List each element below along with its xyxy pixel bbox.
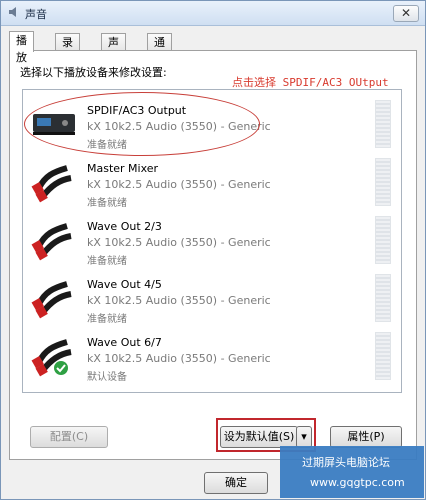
title-bar: 声音 ✕: [1, 1, 425, 26]
highlight-ellipse: [24, 92, 260, 156]
instruction-text: 选择以下播放设备来修改设置:: [20, 66, 167, 79]
device-name: Wave Out 6/7: [87, 336, 162, 349]
tab-recording[interactable]: 录制: [55, 33, 80, 66]
properties-button[interactable]: 属性(P): [330, 426, 402, 448]
configure-button[interactable]: 配置(C): [30, 426, 108, 448]
tab-communications[interactable]: 通信: [147, 33, 172, 66]
close-icon: ✕: [400, 6, 412, 20]
device-item-wave-out-6-7[interactable]: Wave Out 6/7 kX 10k2.5 Audio (3550) - Ge…: [23, 326, 401, 383]
device-name: Master Mixer: [87, 162, 159, 175]
device-status: 准备就绪: [87, 314, 127, 325]
device-item-wave-out-2-3[interactable]: Wave Out 2/3 kX 10k2.5 Audio (3550) - Ge…: [23, 210, 401, 267]
volume-meter: [375, 216, 391, 264]
volume-meter: [375, 158, 391, 206]
close-button[interactable]: ✕: [393, 5, 419, 22]
rca-cable-icon: [31, 339, 72, 377]
volume-meter: [375, 274, 391, 322]
device-item-master-mixer[interactable]: Master Mixer kX 10k2.5 Audio (3550) - Ge…: [23, 152, 401, 209]
speaker-icon: [9, 7, 16, 17]
volume-meter: [375, 332, 391, 380]
device-name: Wave Out 2/3: [87, 220, 162, 233]
device-driver: kX 10k2.5 Audio (3550) - Generic: [87, 352, 271, 365]
window-title: 声音: [25, 8, 47, 21]
rca-cable-icon: [31, 223, 72, 261]
rca-cable-icon: [31, 281, 72, 319]
device-item-wave-out-4-5[interactable]: Wave Out 4/5 kX 10k2.5 Audio (3550) - Ge…: [23, 268, 401, 325]
default-check-icon: [54, 361, 68, 375]
device-driver: kX 10k2.5 Audio (3550) - Generic: [87, 236, 271, 249]
rca-cable-icon: [31, 165, 72, 203]
device-status: 默认设备: [87, 372, 127, 383]
ok-button[interactable]: 确定: [204, 472, 268, 494]
annotation-text: 点击选择 SPDIF/AC3 OUtput: [232, 76, 389, 89]
device-name: Wave Out 4/5: [87, 278, 162, 291]
watermark-line1: 过期屏头电脑论坛: [302, 456, 390, 469]
properties-label: 属性(P): [347, 430, 385, 443]
tab-playback[interactable]: 播放: [9, 31, 34, 64]
tab-sounds[interactable]: 声音: [101, 33, 126, 66]
device-status: 准备就绪: [87, 198, 127, 209]
device-driver: kX 10k2.5 Audio (3550) - Generic: [87, 178, 271, 191]
watermark-line2: www.gqgtpc.com: [310, 476, 405, 489]
device-driver: kX 10k2.5 Audio (3550) - Generic: [87, 294, 271, 307]
volume-meter: [375, 100, 391, 148]
device-status: 准备就绪: [87, 256, 127, 267]
